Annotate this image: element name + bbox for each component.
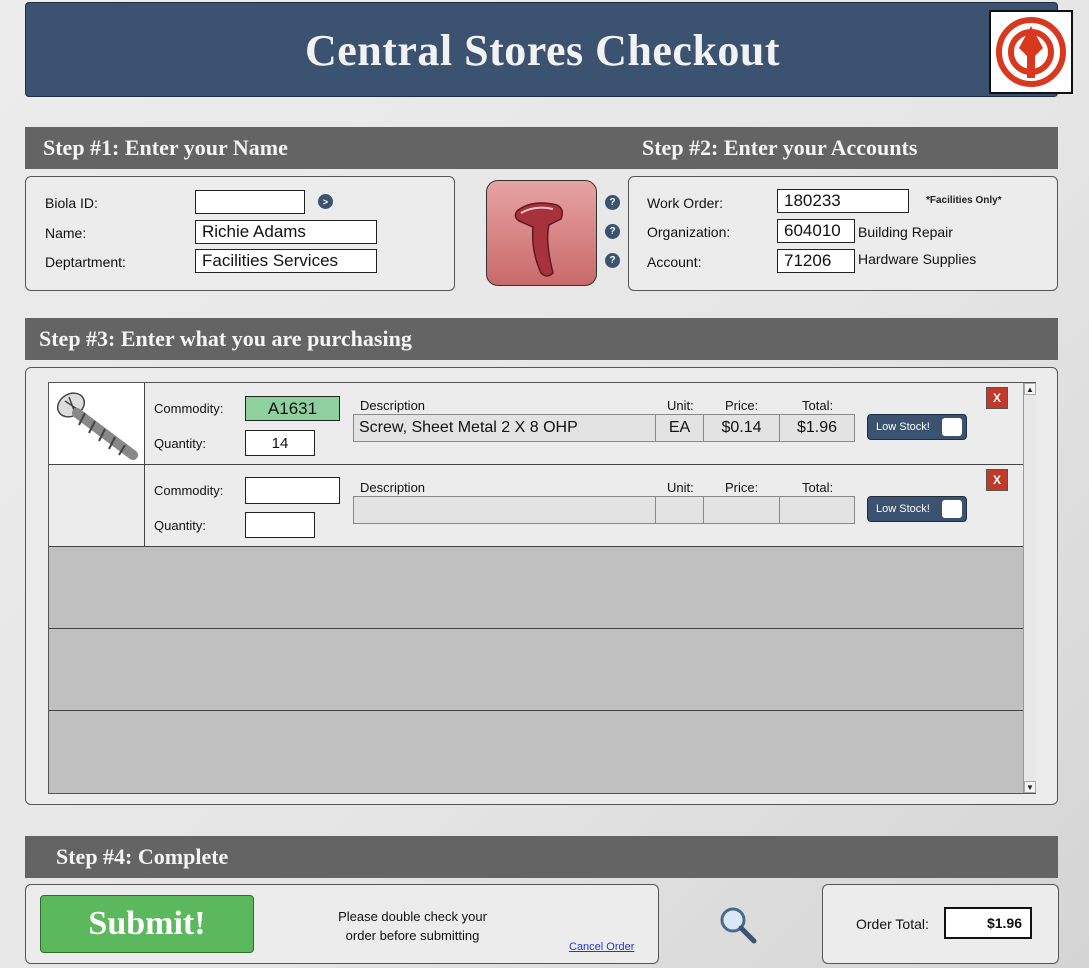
scroll-down-icon[interactable]: ▼ [1024,781,1036,793]
biola-id-input[interactable] [195,190,305,214]
order-total-value: $1.96 [944,907,1032,939]
commodity-input[interactable]: A1631 [245,396,340,421]
item-row: Commodity: A1631 Quantity: 14 Descriptio… [49,383,1023,465]
low-stock-checkbox[interactable] [942,500,962,518]
name-label: Name: [45,225,87,241]
item-details: Screw, Sheet Metal 2 X 8 OHP EA $0.14 $1… [353,414,855,442]
page-title: Central Stores Checkout [304,26,781,75]
organization-name: Building Repair [858,224,953,240]
quantity-input[interactable] [245,512,315,538]
total-label: Total: [802,480,834,495]
app-header: Central Stores Checkout [25,2,1073,97]
review-message: Please double check your order before su… [300,907,525,945]
organization-input[interactable]: 604010 [777,219,855,243]
empty-row [49,629,1023,711]
step4-title: Step #4: Complete [56,844,229,869]
step2-panel: Work Order: 180233 *Facilities Only* Org… [628,176,1058,291]
help-icon[interactable]: ? [605,224,620,239]
cancel-order-link[interactable]: Cancel Order [569,941,634,953]
item-unit [656,497,704,523]
unit-label: Unit: [667,480,694,495]
low-stock-label: Low Stock! [876,421,930,433]
item-description: Screw, Sheet Metal 2 X 8 OHP [354,415,656,441]
step3-bar: Step #3: Enter what you are purchasing [25,318,1058,360]
biola-id-label: Biola ID: [45,195,98,211]
step4-bar: Step #4: Complete [25,836,1058,878]
item-total: $1.96 [796,419,838,436]
department-input[interactable]: Facilities Services [195,249,377,273]
low-stock-label: Low Stock! [876,503,930,515]
quantity-label: Quantity: [154,436,207,451]
name-input[interactable]: Richie Adams [195,220,377,244]
step3-title: Step #3: Enter what you are purchasing [39,326,412,351]
item-image-placeholder [49,465,145,546]
remove-item-button[interactable]: X [986,387,1008,409]
quantity-input[interactable]: 14 [245,430,315,456]
work-order-label: Work Order: [647,195,723,211]
item-price: $0.14 [704,415,780,441]
remove-item-button[interactable]: X [986,469,1008,491]
low-stock-checkbox[interactable] [942,418,962,436]
facilities-only-note: *Facilities Only* [926,195,1002,206]
unit-label: Unit: [667,398,694,413]
item-unit: EA [656,415,704,441]
quantity-label: Quantity: [154,518,207,533]
step1-panel: Biola ID: > Name: Richie Adams Deptartme… [25,176,455,291]
step2-title: Step #2: Enter your Accounts [642,135,918,160]
commodity-label: Commodity: [154,483,224,498]
account-input[interactable]: 71206 [777,249,855,273]
items-scrollbar[interactable]: ▲ ▼ [1023,383,1036,793]
empty-row [49,547,1023,629]
account-name: Hardware Supplies [858,251,977,267]
organization-label: Organization: [647,224,731,240]
commodity-label: Commodity: [154,401,224,416]
help-icon[interactable]: ? [605,195,620,210]
review-message-line1: Please double check your [338,909,487,924]
help-icon[interactable]: ? [605,253,620,268]
steps-1-2-bar: Step #1: Enter your Name Step #2: Enter … [25,127,1058,169]
review-message-line2: order before submitting [345,928,480,943]
price-label: Price: [725,480,759,495]
scroll-up-icon[interactable]: ▲ [1024,383,1036,395]
screw-icon [49,383,145,464]
low-stock-toggle[interactable]: Low Stock! [867,414,967,440]
department-label: Deptartment: [45,254,126,270]
empty-row [49,711,1023,793]
work-order-input[interactable]: 180233 [777,189,909,213]
low-stock-toggle[interactable]: Low Stock! [867,496,967,522]
account-label: Account: [647,254,702,270]
go-arrow-icon[interactable]: > [318,194,333,209]
barcode-scanner-icon[interactable] [486,180,597,286]
total-label: Total: [802,398,834,413]
description-label: Description [360,480,426,495]
items-list: Commodity: A1631 Quantity: 14 Descriptio… [48,382,1036,794]
description-label: Description [360,398,426,413]
logo-icon [989,10,1073,94]
magnifier-icon[interactable] [716,903,760,947]
item-details [353,496,855,524]
item-row: Commodity: Quantity: Description Unit: P… [49,465,1023,547]
item-description [354,497,656,523]
price-label: Price: [725,398,759,413]
order-total-label: Order Total: [856,916,929,932]
submit-button[interactable]: Submit! [40,895,254,953]
item-price [704,497,780,523]
step1-title: Step #1: Enter your Name [43,135,288,160]
item-total [780,497,854,523]
commodity-input[interactable] [245,477,340,504]
